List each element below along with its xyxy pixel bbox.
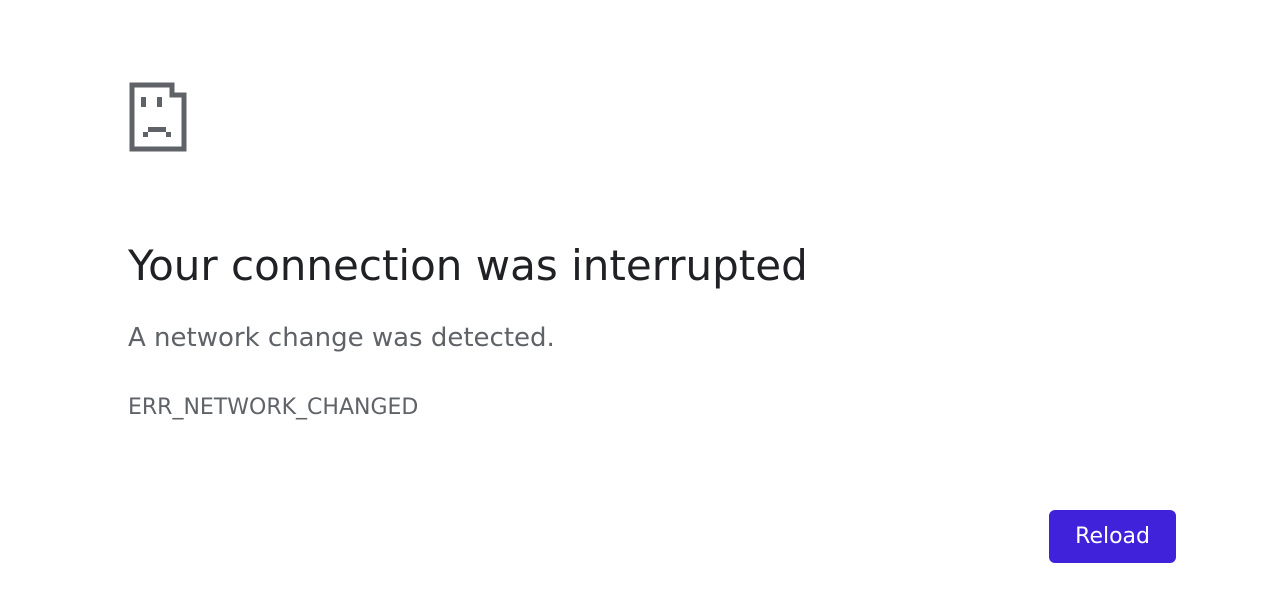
error-page-container: Your connection was interrupted A networ…	[128, 82, 1152, 423]
reload-button[interactable]: Reload	[1049, 510, 1176, 563]
sad-document-icon	[128, 82, 188, 152]
error-title: Your connection was interrupted	[128, 242, 1152, 290]
error-subtitle: A network change was detected.	[128, 322, 1152, 356]
error-code: ERR_NETWORK_CHANGED	[128, 394, 1152, 423]
